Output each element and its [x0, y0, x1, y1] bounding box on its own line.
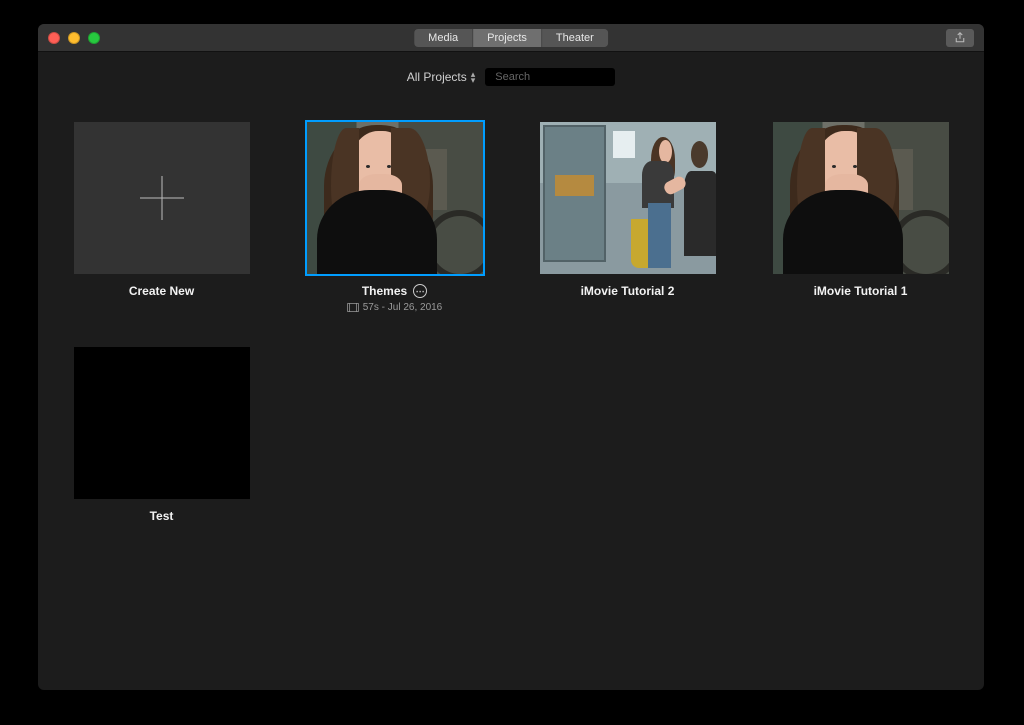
project-filter-dropdown[interactable]: All Projects ▴▾ — [407, 70, 476, 84]
create-new-cell: Create New — [72, 122, 251, 313]
tab-media[interactable]: Media — [414, 29, 473, 47]
project-meta: 57s - Jul 26, 2016 — [347, 302, 443, 313]
share-icon — [954, 32, 966, 44]
tab-theater[interactable]: Theater — [542, 29, 608, 47]
project-title: iMovie Tutorial 2 — [581, 284, 675, 298]
projects-grid: Create New Themes ⋯ 57s - — [38, 96, 984, 549]
plus-icon — [140, 176, 184, 220]
share-button[interactable] — [946, 29, 974, 47]
project-thumbnail[interactable] — [773, 122, 949, 274]
create-new-label: Create New — [129, 284, 194, 298]
project-title: Test — [150, 509, 174, 523]
tab-projects[interactable]: Projects — [473, 29, 542, 47]
project-cell-tutorial-2: iMovie Tutorial 2 — [538, 122, 717, 313]
project-title: iMovie Tutorial 1 — [814, 284, 908, 298]
project-thumbnail[interactable] — [74, 347, 250, 499]
sort-arrows-icon: ▴▾ — [471, 71, 476, 83]
fullscreen-button[interactable] — [88, 32, 100, 44]
view-segmented-control: Media Projects Theater — [414, 29, 608, 47]
filter-bar: All Projects ▴▾ — [38, 58, 984, 96]
movie-icon — [347, 303, 359, 312]
project-more-button[interactable]: ⋯ — [413, 284, 427, 298]
thumbnail-image — [773, 122, 949, 274]
app-window: Media Projects Theater All Projects ▴▾ C… — [38, 24, 984, 690]
search-input[interactable] — [495, 71, 637, 83]
thumbnail-image — [307, 122, 483, 274]
project-filter-label: All Projects — [407, 70, 467, 84]
create-new-button[interactable] — [74, 122, 250, 274]
titlebar: Media Projects Theater — [38, 24, 984, 52]
minimize-button[interactable] — [68, 32, 80, 44]
project-cell-themes: Themes ⋯ 57s - Jul 26, 2016 — [305, 122, 484, 313]
close-button[interactable] — [48, 32, 60, 44]
window-controls — [48, 32, 100, 44]
project-title: Themes — [362, 284, 407, 298]
project-thumbnail[interactable] — [307, 122, 483, 274]
project-cell-test: Test — [72, 347, 251, 523]
project-thumbnail[interactable] — [540, 122, 716, 274]
thumbnail-image — [540, 122, 716, 274]
project-cell-tutorial-1: iMovie Tutorial 1 — [771, 122, 950, 313]
search-field[interactable] — [485, 68, 615, 86]
